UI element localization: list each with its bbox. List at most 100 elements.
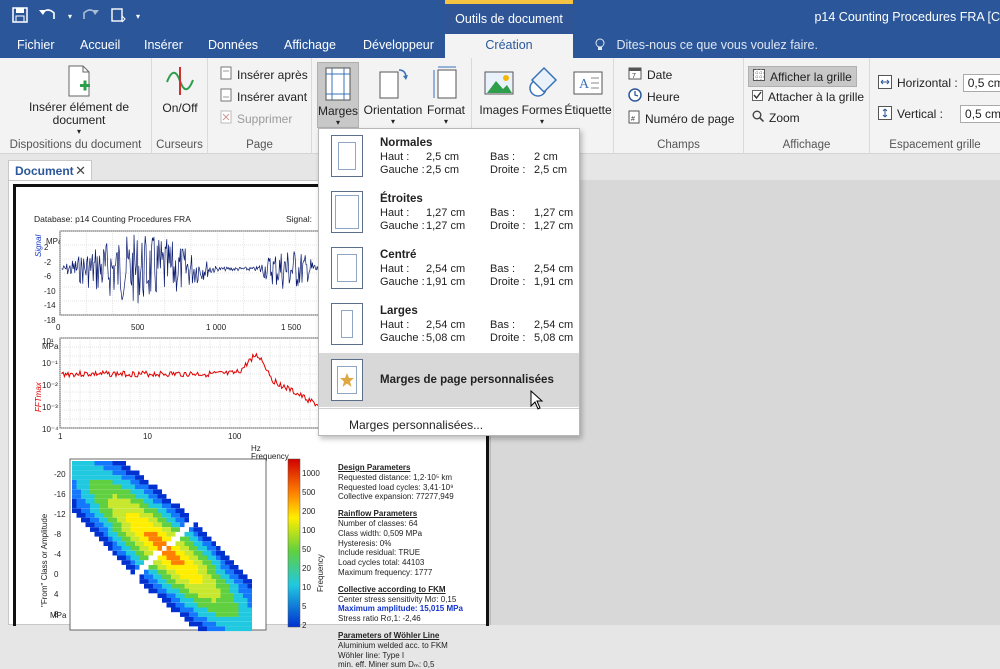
- document-tab[interactable]: Document ✕: [8, 160, 92, 180]
- tick-label: 50: [302, 545, 311, 554]
- margin-row-top: Haut : 2,5 cm Bas : 2 cm: [380, 151, 558, 163]
- group-dispositions: Insérer élément de document ▾ Dispositio…: [0, 58, 152, 154]
- parameter-line: Hysteresis: 0%: [338, 538, 392, 548]
- insert-element-button[interactable]: Insérer élément de document ▾: [24, 64, 134, 136]
- dropdown-arrow-icon: ▾: [539, 117, 544, 126]
- tick-label: 2: [44, 243, 49, 252]
- tab-fichier[interactable]: Fichier: [17, 38, 55, 52]
- rainflow-axis-label: "From" Class or Amplitude: [40, 513, 49, 607]
- rainflow-matrix: [69, 458, 267, 632]
- label-gauche: Gauche :: [380, 220, 425, 232]
- shapes-button[interactable]: Formes ▾: [520, 66, 564, 126]
- customize-icon[interactable]: [110, 7, 126, 26]
- page-before-icon: [220, 88, 232, 105]
- margin-row-side: Gauche :5,08 cm Droite :5,08 cm: [380, 332, 573, 344]
- value-gauche: 2,5 cm: [426, 164, 460, 176]
- tab-affichage[interactable]: Affichage: [284, 38, 336, 52]
- tick-label: 0: [56, 323, 61, 332]
- value-droite: 1,27 cm: [534, 220, 574, 232]
- tick-label: -12: [54, 510, 66, 519]
- shapes-label: Formes: [521, 103, 563, 117]
- parameter-line: Requested distance: 1,2·10⁵ km: [338, 472, 453, 482]
- margin-row-top: Haut : 2,54 cm Bas : 2,54 cm: [380, 263, 573, 275]
- horizontal-spacing-input[interactable]: 0,5 cm: [962, 74, 1000, 92]
- margins-button[interactable]: Marges ▾: [317, 62, 359, 128]
- tick-label: -4: [54, 550, 62, 559]
- parameter-line: Aluminium welded acc. to FKM: [338, 640, 448, 650]
- margin-option-normal[interactable]: Normales Haut :2,5 cm Bas :2 cm Gauche :2…: [319, 129, 579, 185]
- vertical-label: Vertical :: [897, 107, 944, 121]
- window-title: p14 Counting Procedures FRA [C: [814, 10, 1000, 24]
- vertical-spacing-input[interactable]: 0,5 cm: [960, 105, 1000, 123]
- tab-inserer[interactable]: Insérer: [144, 38, 183, 52]
- insert-before-button[interactable]: Insérer avant: [220, 88, 307, 105]
- group-champs: 7 Date Heure # Numéro de page Champs: [614, 58, 744, 154]
- insert-after-button[interactable]: Insérer après: [220, 66, 308, 83]
- show-grid-button[interactable]: Afficher la grille: [748, 66, 857, 87]
- label-button[interactable]: A Étiquette: [564, 66, 612, 117]
- text-label-icon: A: [572, 66, 604, 100]
- parameter-line: Load cycles total: 44103: [338, 558, 425, 568]
- colorbar-label: Frequency: [316, 554, 325, 592]
- grid-icon: [753, 69, 765, 84]
- tab-developpeur[interactable]: Développeur: [363, 38, 434, 52]
- margin-option-narrow[interactable]: Étroites Haut : 1,27 cm Bas : 1,27 cm Gauch…: [319, 185, 579, 241]
- redo-icon[interactable]: [82, 7, 100, 26]
- cursor-toggle-button[interactable]: On/Off: [158, 64, 202, 115]
- tick-label: 100: [228, 432, 242, 441]
- database-header: Database: p14 Counting Procedures FRA: [34, 214, 191, 224]
- margin-option-wide[interactable]: Larges Haut : 2,54 cm Bas : 2,54 cm Gauche …: [319, 297, 579, 353]
- label-haut: Haut :: [380, 263, 410, 275]
- delete-page-button[interactable]: Supprimer: [220, 110, 292, 127]
- magnifier-icon: [752, 110, 765, 125]
- margin-option-title: Larges: [380, 305, 418, 317]
- calendar-icon: 7: [628, 66, 642, 83]
- time-button[interactable]: Heure: [628, 88, 680, 105]
- undo-icon[interactable]: [38, 7, 58, 26]
- label-gauche: Gauche :: [380, 276, 425, 288]
- page-number-icon: #: [628, 110, 640, 127]
- orientation-button[interactable]: Orientation ▾: [362, 66, 424, 126]
- value-gauche: 1,27 cm: [426, 220, 466, 232]
- tick-label: 200: [302, 507, 316, 516]
- close-icon[interactable]: ✕: [75, 163, 86, 179]
- tick-label: 10⁻³: [42, 403, 58, 412]
- images-button[interactable]: Images: [478, 66, 520, 117]
- custom-margins-link[interactable]: Marges personnalisées...: [349, 418, 483, 432]
- value-bas: 2 cm: [534, 151, 558, 163]
- tab-donnees[interactable]: Données: [208, 38, 258, 52]
- tell-me-box[interactable]: Dites-nous ce que vous voulez faire.: [595, 38, 818, 52]
- show-grid-label: Afficher la grille: [770, 69, 852, 84]
- page-format-icon: [430, 66, 462, 100]
- dropdown-arrow-icon: ▾: [390, 117, 395, 126]
- fft-chart: [59, 337, 323, 429]
- group-espacement-grille: Horizontal : 0,5 cm Vertical : 0,5 cm Es…: [870, 58, 1000, 154]
- tab-creation[interactable]: Création: [445, 34, 573, 58]
- parameter-line: Maximum frequency: 1777: [338, 568, 433, 577]
- parameter-line: Class width: 0,509 MPa: [338, 528, 423, 538]
- lightbulb-icon: [595, 38, 608, 52]
- tick-label: 0: [54, 570, 59, 579]
- qat-dropdown-icon[interactable]: ▾: [136, 12, 140, 21]
- group-label-dispositions: Dispositions du document: [9, 139, 142, 151]
- label-droite: Droite :: [490, 164, 526, 176]
- value-bas: 1,27 cm: [534, 207, 574, 219]
- parameter-line: Include residual: TRUE: [338, 548, 421, 558]
- tab-accueil[interactable]: Accueil: [80, 38, 120, 52]
- dropdown-arrow-icon: ▾: [76, 127, 81, 136]
- dropdown-arrow-icon[interactable]: ▾: [68, 12, 72, 21]
- zoom-button[interactable]: Zoom: [752, 110, 800, 125]
- format-button[interactable]: Format ▾: [426, 66, 466, 126]
- tick-label: 1: [58, 432, 63, 441]
- save-icon[interactable]: [12, 7, 28, 26]
- tell-me-text: Dites-nous ce que vous voulez faire.: [616, 38, 818, 52]
- clock-icon: [628, 88, 642, 105]
- snap-to-grid-checkbox[interactable]: Attacher à la grille: [752, 90, 864, 104]
- page-number-button[interactable]: # Numéro de page: [628, 110, 734, 127]
- label-bas: Bas :: [490, 151, 516, 163]
- value-haut: 2,54 cm: [426, 263, 466, 275]
- margin-option-centered[interactable]: Centré Haut : 2,54 cm Bas : 2,54 cm Gauche …: [319, 241, 579, 297]
- horizontal-arrows-icon: [878, 74, 892, 92]
- date-button[interactable]: 7 Date: [628, 66, 672, 83]
- margin-row-side: Gauche :1,27 cm Droite :1,27 cm: [380, 220, 573, 232]
